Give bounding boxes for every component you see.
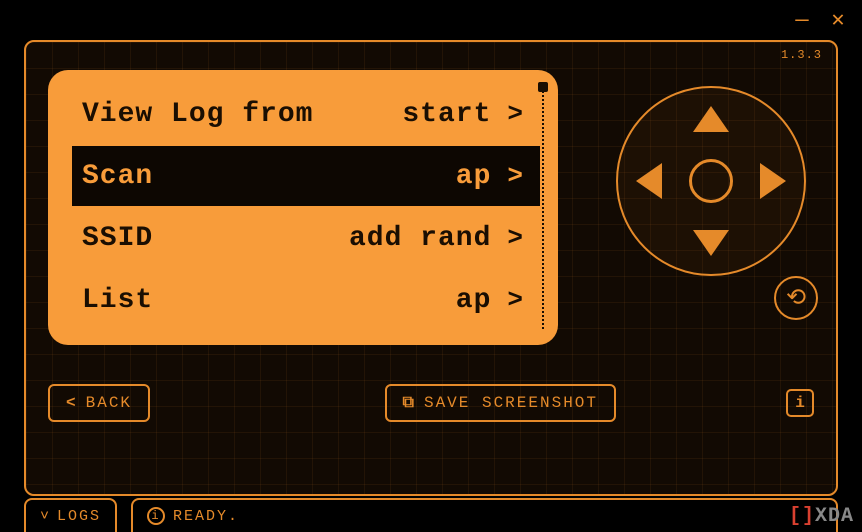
minimize-button[interactable]: — xyxy=(790,8,814,33)
main-window: 1.3.3 View Log fromstart>Scanap>SSIDadd … xyxy=(24,40,838,496)
dpad-up-icon[interactable] xyxy=(693,106,729,132)
back-button[interactable]: < BACK xyxy=(48,384,150,422)
menu-list: View Log fromstart>Scanap>SSIDadd rand>L… xyxy=(72,84,540,330)
menu-item-value: add rand xyxy=(349,223,491,254)
status-info-icon: i xyxy=(147,507,165,525)
save-button-label: SAVE SCREENSHOT xyxy=(424,394,598,412)
save-screenshot-button[interactable]: ⧉ SAVE SCREENSHOT xyxy=(385,384,616,422)
undo-icon: ⟲ xyxy=(786,283,806,313)
menu-item-label: View Log from xyxy=(82,99,402,130)
menu-item-1[interactable]: Scanap > xyxy=(72,146,540,206)
chevron-right-icon: > xyxy=(507,223,524,253)
back-button-label: BACK xyxy=(86,394,132,412)
chevron-left-icon: < xyxy=(66,394,78,412)
menu-item-2[interactable]: SSIDadd rand > xyxy=(72,208,540,268)
menu-item-label: Scan xyxy=(82,161,456,192)
button-row: < BACK ⧉ SAVE SCREENSHOT i xyxy=(48,384,814,422)
close-button[interactable]: ✕ xyxy=(826,7,850,33)
info-button[interactable]: i xyxy=(786,389,814,417)
menu-item-label: List xyxy=(82,285,456,316)
chevron-right-icon: > xyxy=(507,161,524,191)
menu-item-value: ap xyxy=(456,285,492,316)
status-text: READY. xyxy=(173,508,239,525)
menu-item-value: ap xyxy=(456,161,492,192)
scrollbar-track[interactable] xyxy=(542,86,544,329)
dpad-right-icon[interactable] xyxy=(760,163,786,199)
undo-button[interactable]: ⟲ xyxy=(774,276,818,320)
menu-item-3[interactable]: Listap > xyxy=(72,270,540,330)
menu-item-0[interactable]: View Log fromstart > xyxy=(72,84,540,144)
logs-button[interactable]: ˅ LOGS xyxy=(24,498,117,532)
watermark: []XDA xyxy=(789,505,854,528)
content-row: View Log fromstart>Scanap>SSIDadd rand>L… xyxy=(48,60,814,360)
device-screen: View Log fromstart>Scanap>SSIDadd rand>L… xyxy=(48,70,558,345)
watermark-bracket: [] xyxy=(789,505,815,528)
watermark-text: XDA xyxy=(815,505,854,528)
chevron-down-icon: ˅ xyxy=(40,508,51,525)
dpad-center-button[interactable] xyxy=(689,159,733,203)
controls-pane: ⟲ xyxy=(588,60,814,360)
dpad-down-icon[interactable] xyxy=(693,230,729,256)
bottom-bar: ˅ LOGS i READY. xyxy=(24,498,838,532)
logs-label: LOGS xyxy=(57,508,101,525)
status-bar: i READY. xyxy=(131,498,838,532)
scrollbar-thumb[interactable] xyxy=(538,82,548,92)
dpad xyxy=(616,86,806,276)
save-icon: ⧉ xyxy=(403,394,416,412)
dpad-left-icon[interactable] xyxy=(636,163,662,199)
chevron-right-icon: > xyxy=(507,285,524,315)
menu-item-value: start xyxy=(402,99,491,130)
menu-item-label: SSID xyxy=(82,223,349,254)
titlebar: — ✕ xyxy=(0,0,862,40)
chevron-right-icon: > xyxy=(507,99,524,129)
info-icon: i xyxy=(795,394,805,412)
